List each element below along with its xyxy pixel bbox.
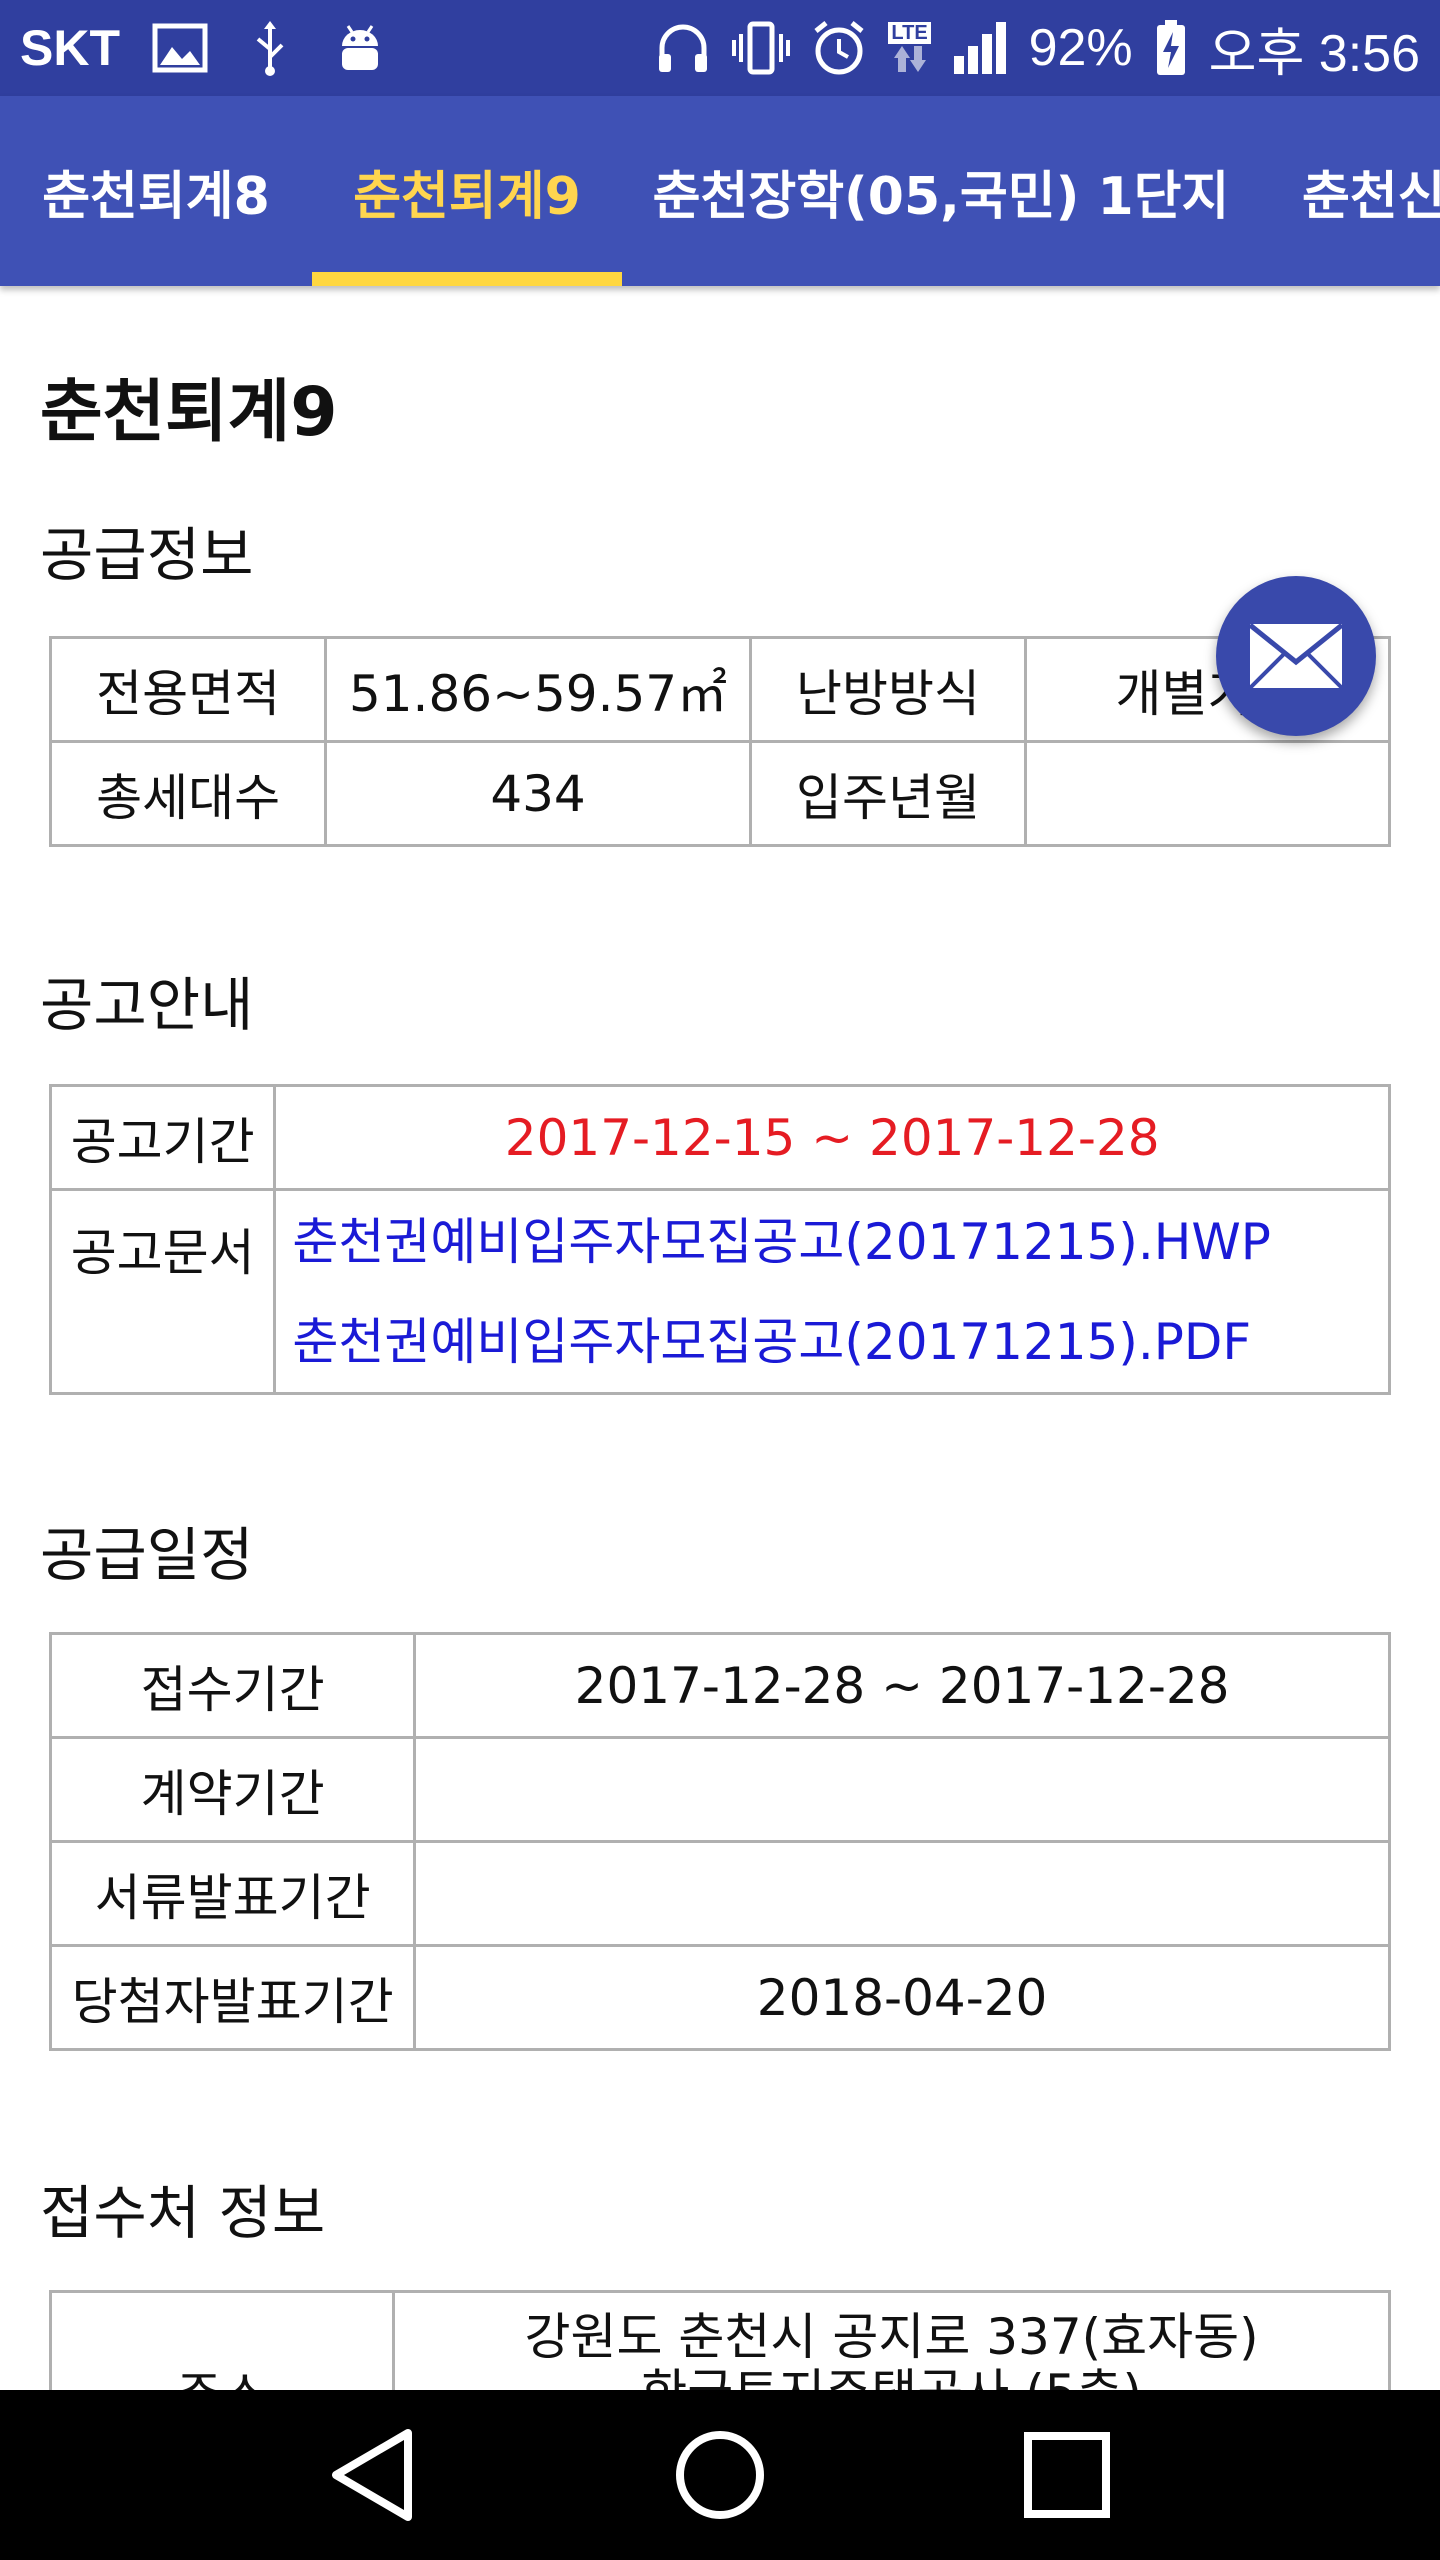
notice-period-value: 2017-12-15 ~ 2017-12-28 bbox=[273, 1084, 1391, 1191]
alarm-icon bbox=[809, 18, 869, 78]
reception-address-label: 주소 bbox=[48, 2290, 396, 2390]
table-cell: 난방방식 bbox=[748, 636, 1028, 743]
table-cell: 51.86~59.57㎡ bbox=[324, 636, 752, 743]
tab-chuncheon-toegye-8[interactable]: 춘천퇴계8 bbox=[0, 96, 312, 286]
table-row: 전용면적 51.86~59.57㎡ 난방방식 개별가스 bbox=[48, 636, 1391, 743]
back-button[interactable] bbox=[313, 2415, 433, 2535]
notice-docs-label: 공고문서 bbox=[48, 1188, 277, 1395]
table-cell: 434 bbox=[324, 740, 752, 847]
android-debug-icon bbox=[330, 18, 390, 78]
status-bar: SKT LTE 92% 오후 3:56 bbox=[0, 0, 1440, 96]
signal-icon bbox=[951, 18, 1011, 78]
notice-heading: 공고안내 bbox=[40, 971, 254, 1039]
tab-chuncheon-sin[interactable]: 춘천신 bbox=[1260, 96, 1440, 286]
vibrate-icon bbox=[731, 18, 791, 78]
table-cell bbox=[1024, 740, 1391, 847]
table-row: 공고기간 2017-12-15 ~ 2017-12-28 bbox=[48, 1084, 1391, 1191]
tab-chuncheon-janghak-1[interactable]: 춘천장학(05,국민) 1단지 bbox=[622, 96, 1260, 286]
reception-table: 주소 강원도 춘천시 공지로 337(효자동) 한국토지주택공사 (5층) bbox=[48, 2290, 1391, 2390]
supply-info-heading: 공급정보 bbox=[40, 521, 254, 589]
supply-info-table: 전용면적 51.86~59.57㎡ 난방방식 개별가스 총세대수 434 입주년… bbox=[48, 636, 1391, 847]
carrier-label: SKT bbox=[20, 20, 120, 76]
table-cell: 총세대수 bbox=[48, 740, 328, 847]
notice-period-label: 공고기간 bbox=[48, 1084, 277, 1191]
table-row: 서류발표기간 bbox=[48, 1840, 1391, 1947]
notice-table: 공고기간 2017-12-15 ~ 2017-12-28 공고문서 춘천권예비입… bbox=[48, 1084, 1391, 1395]
battery-percentage: 92% bbox=[1028, 19, 1133, 77]
active-tab-indicator bbox=[312, 272, 622, 286]
schedule-heading: 공급일정 bbox=[40, 1521, 254, 1589]
schedule-table: 접수기간 2017-12-28 ~ 2017-12-28 계약기간 서류발표기간… bbox=[48, 1632, 1391, 2051]
table-cell: 계약기간 bbox=[48, 1736, 417, 1843]
table-cell bbox=[413, 1736, 1391, 1843]
table-cell bbox=[413, 1840, 1391, 1947]
table-cell: 2018-04-20 bbox=[413, 1944, 1391, 2051]
reception-address-line2: 한국토지주택공사 (5층) bbox=[395, 2365, 1388, 2390]
lte-label: LTE bbox=[888, 22, 931, 44]
table-cell: 전용면적 bbox=[48, 636, 328, 743]
headphones-icon bbox=[653, 18, 713, 78]
table-cell: 2017-12-28 ~ 2017-12-28 bbox=[413, 1632, 1391, 1739]
recents-square-icon bbox=[1023, 2432, 1110, 2518]
reception-heading: 접수처 정보 bbox=[40, 2179, 326, 2247]
reception-address-line1: 강원도 춘천시 공지로 337(효자동) bbox=[524, 2308, 1259, 2366]
mail-fab-button[interactable] bbox=[1216, 576, 1376, 736]
navigation-bar bbox=[0, 2390, 1440, 2560]
mail-icon bbox=[1248, 622, 1344, 690]
table-row: 주소 강원도 춘천시 공지로 337(효자동) 한국토지주택공사 (5층) bbox=[48, 2290, 1391, 2390]
detail-content[interactable]: 춘천퇴계9 공급정보 전용면적 51.86~59.57㎡ 난방방식 개별가스 총… bbox=[0, 286, 1440, 2390]
table-row: 계약기간 bbox=[48, 1736, 1391, 1843]
clock: 오후 3:56 bbox=[1208, 24, 1420, 83]
lte-icon: LTE bbox=[887, 18, 933, 78]
reception-address-cell: 강원도 춘천시 공지로 337(효자동) 한국토지주택공사 (5층) bbox=[392, 2290, 1391, 2390]
table-row: 당첨자발표기간 2018-04-20 bbox=[48, 1944, 1391, 2051]
battery-charging-icon bbox=[1151, 18, 1191, 78]
tab-bar: 춘천퇴계8 춘천퇴계9 춘천장학(05,국민) 1단지 춘천신 bbox=[0, 96, 1440, 286]
image-icon bbox=[150, 18, 210, 78]
table-cell: 접수기간 bbox=[48, 1632, 417, 1739]
notice-doc-pdf-link[interactable]: 춘천권예비입주자모집공고(20171215).PDF bbox=[292, 1292, 1388, 1392]
notice-docs-cell: 춘천권예비입주자모집공고(20171215).HWP 춘천권예비입주자모집공고(… bbox=[273, 1188, 1391, 1395]
home-button[interactable] bbox=[660, 2415, 780, 2535]
table-cell: 입주년월 bbox=[748, 740, 1028, 847]
usb-icon bbox=[240, 18, 300, 78]
table-row: 총세대수 434 입주년월 bbox=[48, 740, 1391, 847]
table-row: 접수기간 2017-12-28 ~ 2017-12-28 bbox=[48, 1632, 1391, 1739]
table-cell: 서류발표기간 bbox=[48, 1840, 417, 1947]
table-cell: 당첨자발표기간 bbox=[48, 1944, 417, 2051]
table-row: 공고문서 춘천권예비입주자모집공고(20171215).HWP 춘천권예비입주자… bbox=[48, 1188, 1391, 1395]
notice-doc-hwp-link[interactable]: 춘천권예비입주자모집공고(20171215).HWP bbox=[292, 1192, 1388, 1292]
tab-chuncheon-toegye-9[interactable]: 춘천퇴계9 bbox=[312, 96, 622, 286]
home-circle-icon bbox=[675, 2431, 764, 2519]
back-triangle-icon bbox=[332, 2429, 413, 2521]
page-title: 춘천퇴계9 bbox=[40, 373, 338, 452]
recents-button[interactable] bbox=[1007, 2415, 1127, 2535]
